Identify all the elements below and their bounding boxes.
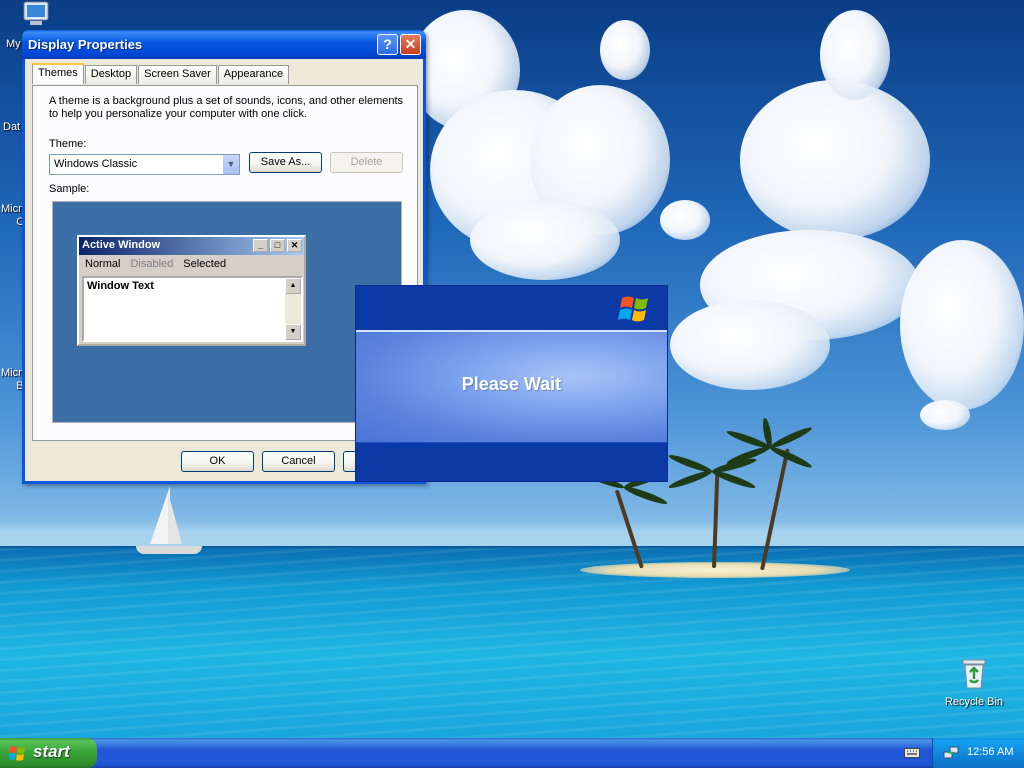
cancel-button[interactable]: Cancel: [262, 451, 335, 472]
sample-window-controls: _ □ ✕: [251, 239, 302, 252]
splash-message-band: Please Wait: [356, 330, 667, 442]
sample-menu-bar: Normal Disabled Selected: [79, 255, 304, 273]
cloud: [670, 300, 830, 390]
ok-button[interactable]: OK: [181, 451, 254, 472]
sample-menu-normal: Normal: [85, 258, 121, 270]
sample-active-window: Active Window _ □ ✕ Normal Disabled Sele…: [77, 235, 306, 346]
title-bar[interactable]: Display Properties ? ✕: [22, 30, 426, 59]
sample-scrollbar: ▲ ▼: [285, 278, 301, 340]
network-icon[interactable]: [943, 745, 959, 761]
window-title: Display Properties: [28, 37, 143, 52]
maximize-icon: □: [270, 239, 285, 252]
please-wait-text: Please Wait: [461, 374, 562, 394]
minimize-icon: _: [253, 239, 268, 252]
cloud: [920, 400, 970, 430]
system-tray: 12:56 AM: [932, 738, 1024, 768]
scroll-up-icon: ▲: [285, 278, 301, 294]
cloud: [600, 20, 650, 80]
theme-label: Theme:: [49, 138, 87, 150]
sample-window-text-area: Window Text ▲ ▼: [82, 276, 303, 342]
cloud: [660, 200, 710, 240]
delete-button[interactable]: Delete: [330, 152, 403, 173]
help-icon: ?: [383, 36, 392, 52]
recycle-bin-label: Recycle Bin: [944, 696, 1004, 708]
splash-top-band: [356, 286, 667, 330]
theme-sample-preview: Active Window _ □ ✕ Normal Disabled Sele…: [52, 201, 402, 423]
sample-label: Sample:: [49, 183, 90, 195]
cloud: [470, 200, 620, 280]
theme-dropdown-value: Windows Classic: [54, 158, 138, 170]
save-as-button[interactable]: Save As...: [249, 152, 322, 173]
recycle-bin[interactable]: Recycle Bin: [934, 656, 1014, 708]
desktop-label-my[interactable]: My: [6, 38, 21, 50]
taskbar: start 12:56 AM: [0, 738, 1024, 768]
splash-bottom-band: [356, 442, 667, 481]
cloud: [740, 80, 930, 240]
start-button[interactable]: start: [0, 738, 97, 768]
my-computer-icon[interactable]: [0, 0, 50, 31]
help-button[interactable]: ?: [377, 34, 398, 55]
theme-dropdown[interactable]: Windows Classic ▼: [49, 154, 240, 175]
tab-screen-saver[interactable]: Screen Saver: [138, 65, 217, 84]
close-button[interactable]: ✕: [400, 34, 421, 55]
windows-logo-icon: [618, 296, 648, 322]
tab-appearance[interactable]: Appearance: [217, 65, 290, 84]
recycle-bin-icon: [962, 659, 986, 689]
themes-description: A theme is a background plus a set of so…: [49, 95, 404, 120]
sample-window-text: Window Text: [87, 280, 154, 292]
sample-window-title-text: Active Window: [82, 239, 161, 251]
start-label: start: [33, 742, 70, 761]
desktop-label-dat[interactable]: Dat: [3, 121, 20, 133]
clock[interactable]: 12:56 AM: [967, 746, 1013, 758]
keyboard-icon[interactable]: [904, 747, 920, 759]
cloud: [900, 240, 1024, 410]
chevron-down-icon[interactable]: ▼: [222, 155, 239, 174]
close-icon: ✕: [287, 239, 302, 252]
cloud: [820, 10, 890, 100]
windows-logo-icon: [9, 746, 25, 761]
please-wait-dialog: Please Wait: [355, 285, 668, 482]
sample-window-title: Active Window _ □ ✕: [79, 237, 304, 255]
sample-menu-disabled: Disabled: [130, 258, 174, 270]
tab-strip: Themes Desktop Screen Saver Appearance: [32, 63, 290, 84]
close-icon: ✕: [404, 36, 417, 52]
tab-desktop[interactable]: Desktop: [84, 65, 138, 84]
sea: [0, 548, 1024, 740]
sample-menu-selected: Selected: [183, 258, 227, 270]
tab-themes[interactable]: Themes: [32, 63, 84, 84]
scroll-down-icon: ▼: [285, 324, 301, 340]
